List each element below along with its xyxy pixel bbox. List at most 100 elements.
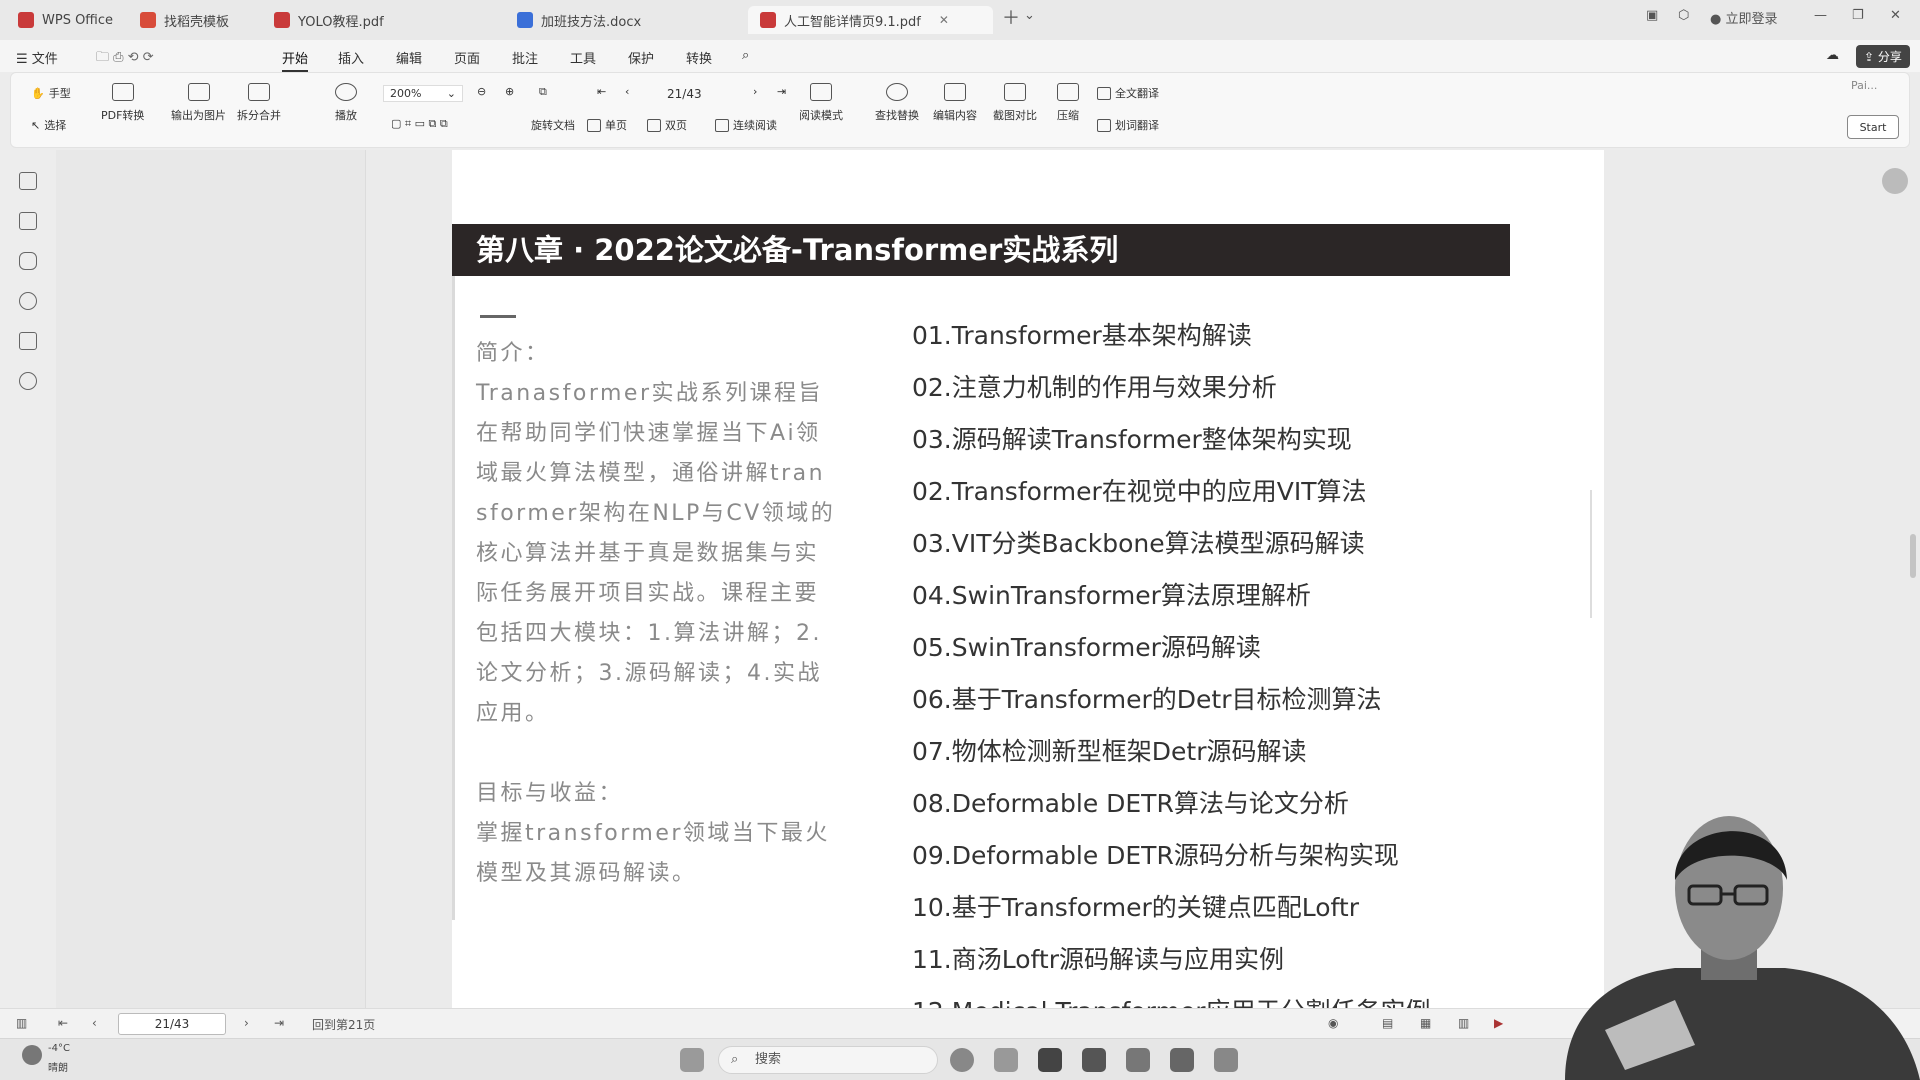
menu-convert[interactable]: 转换 xyxy=(686,48,712,67)
cube-icon[interactable]: ⬡ xyxy=(1678,8,1689,23)
app-icon[interactable] xyxy=(1082,1048,1106,1072)
start-button[interactable]: Start xyxy=(1847,115,1899,139)
folder-icon[interactable] xyxy=(994,1048,1018,1072)
menu-insert[interactable]: 插入 xyxy=(338,48,364,67)
login-link[interactable]: ● 立即登录 xyxy=(1710,8,1778,27)
pen-panel-label: Pai... xyxy=(1851,79,1878,92)
compare-button[interactable]: 截图对比 xyxy=(993,83,1037,123)
minimize-icon[interactable]: — xyxy=(1814,8,1827,23)
prev-page-icon[interactable]: ‹ xyxy=(92,1016,97,1030)
continuous-read-button[interactable]: 连续阅读 xyxy=(715,117,777,133)
continuous-view-icon[interactable]: ▦ xyxy=(1420,1016,1431,1030)
export-image-button[interactable]: 输出为图片 xyxy=(171,83,226,123)
layers-icon[interactable] xyxy=(19,372,37,390)
signature-icon[interactable] xyxy=(19,332,37,350)
wps-icon[interactable] xyxy=(1170,1048,1194,1072)
cloud-icon[interactable]: ☁ xyxy=(1826,48,1839,63)
edge-icon[interactable] xyxy=(950,1048,974,1072)
page-indicator[interactable]: 21/43 xyxy=(667,87,702,101)
prev-page-icon[interactable]: ‹ xyxy=(625,85,629,98)
toc-item: 04.SwinTransformer算法原理解析 xyxy=(912,581,1311,610)
chevron-down-icon[interactable]: ⌄ xyxy=(1024,8,1035,23)
next-page-icon[interactable]: › xyxy=(244,1016,249,1030)
weather-icon[interactable] xyxy=(22,1045,42,1065)
pdf-convert-button[interactable]: PDF转换 xyxy=(101,83,144,123)
scrollbar-thumb[interactable] xyxy=(1910,534,1916,578)
photos-icon[interactable] xyxy=(1126,1048,1150,1072)
read-mode-button[interactable]: 阅读模式 xyxy=(799,83,843,123)
zoom-select[interactable]: 200% ⌄ xyxy=(383,85,463,102)
bookmark-icon[interactable] xyxy=(19,172,37,190)
first-page-icon[interactable]: ⇤ xyxy=(58,1016,68,1030)
zoom-out-icon[interactable]: ⊖ xyxy=(477,85,486,98)
tool-icon[interactable] xyxy=(1214,1048,1238,1072)
menu-start[interactable]: 开始 xyxy=(282,48,309,72)
menu-page[interactable]: 页面 xyxy=(454,48,480,67)
tab-template[interactable]: 找稻壳模板 xyxy=(128,6,241,34)
compare-icon xyxy=(1004,83,1026,101)
search-icon[interactable]: ⌕ xyxy=(742,48,749,63)
close-icon[interactable]: ✕ xyxy=(939,13,949,27)
comment-icon[interactable] xyxy=(19,252,37,270)
menu-annotate[interactable]: 批注 xyxy=(512,48,538,67)
menu-tools[interactable]: 工具 xyxy=(570,48,596,67)
restore-icon[interactable]: ❐ xyxy=(1852,8,1864,23)
word-translate-button[interactable]: 划词翻译 xyxy=(1097,117,1159,133)
eye-icon[interactable]: ◉ xyxy=(1328,1016,1338,1030)
tab-yolo-pdf[interactable]: YOLO教程.pdf xyxy=(262,6,396,34)
single-label: 单页 xyxy=(605,119,627,132)
next-page-icon[interactable]: › xyxy=(753,85,757,98)
share-label: 分享 xyxy=(1877,50,1902,64)
tab-active-pdf[interactable]: 人工智能详情页9.1.pdf ✕ xyxy=(748,6,993,34)
split-merge-button[interactable]: 拆分合并 xyxy=(237,83,281,123)
zoom-in-icon[interactable]: ⊕ xyxy=(505,85,514,98)
single-view-icon[interactable]: ▤ xyxy=(1382,1016,1393,1030)
compress-icon xyxy=(1057,83,1079,101)
tab-label: 加班技方法.docx xyxy=(541,14,642,30)
hand-tool-button[interactable]: ✋ 手型 xyxy=(31,85,71,101)
menu-edit[interactable]: 编辑 xyxy=(396,48,422,67)
page-number-input[interactable]: 21/43 xyxy=(118,1013,226,1035)
attachment-icon[interactable] xyxy=(19,292,37,310)
view-icons-group[interactable]: ▢ ⌗ ▭ ⧉ ⧉ xyxy=(391,117,448,131)
last-page-icon[interactable]: ⇥ xyxy=(777,85,786,98)
thumbnail-icon[interactable] xyxy=(19,212,37,230)
start-menu-icon[interactable] xyxy=(680,1048,704,1072)
quick-access-icons[interactable]: 🗀 ⎙ ⟲ ⟳ xyxy=(96,48,154,70)
pycharm-icon[interactable] xyxy=(1038,1048,1062,1072)
full-translate-button[interactable]: 全文翻译 xyxy=(1097,85,1159,101)
wps-logo-icon xyxy=(18,12,34,28)
play-icon xyxy=(335,83,357,101)
fit-page-icon[interactable]: ⧉ xyxy=(539,85,547,99)
double-view-icon[interactable]: ▥ xyxy=(1458,1016,1469,1030)
floating-tool-icon[interactable] xyxy=(1882,168,1908,194)
play-button[interactable]: 播放 xyxy=(335,83,357,123)
share-button[interactable]: ⇪ 分享 xyxy=(1856,45,1910,68)
find-replace-button[interactable]: 查找替换 xyxy=(875,83,919,123)
new-tab-icon[interactable]: ＋ xyxy=(1002,4,1020,30)
compare-label: 截图对比 xyxy=(993,109,1037,122)
compress-button[interactable]: 压缩 xyxy=(1057,83,1079,123)
last-page-icon[interactable]: ⇥ xyxy=(274,1016,284,1030)
goal-label: 目标与收益： xyxy=(476,781,624,806)
pdf-icon xyxy=(760,12,776,28)
slideshow-icon[interactable]: ▶ xyxy=(1494,1016,1503,1030)
menu-file[interactable]: ☰ 文件 xyxy=(16,48,58,67)
edit-content-button[interactable]: 编辑内容 xyxy=(933,83,977,123)
close-window-icon[interactable]: ✕ xyxy=(1890,8,1901,23)
menu-protect[interactable]: 保护 xyxy=(628,48,654,67)
taskbar-search[interactable]: ⌕ 搜索 xyxy=(718,1046,938,1074)
first-page-icon[interactable]: ⇤ xyxy=(597,85,606,98)
ribbon-toolbar: ✋ 手型 ↖ 选择 PDF转换 输出为图片 拆分合并 播放 200% ⌄ ⊖ ⊕ ⧉ … xyxy=(10,72,1910,148)
double-page-button[interactable]: 双页 xyxy=(647,117,687,133)
tab-docx[interactable]: 加班技方法.docx xyxy=(505,6,653,34)
goto-page-link[interactable]: 回到第21页 xyxy=(312,1016,375,1033)
sidebar-toggle-icon[interactable]: ▥ xyxy=(16,1016,27,1030)
login-label: 立即登录 xyxy=(1725,12,1778,27)
single-page-button[interactable]: 单页 xyxy=(587,117,627,133)
layout-icon[interactable]: ▣ xyxy=(1646,8,1658,23)
select-tool-button[interactable]: ↖ 选择 xyxy=(31,117,66,133)
rotate-doc-button[interactable]: 旋转文档 xyxy=(531,117,575,133)
tab-wps-home[interactable]: WPS Office xyxy=(6,6,125,34)
intro-label: 简介： xyxy=(476,341,550,366)
